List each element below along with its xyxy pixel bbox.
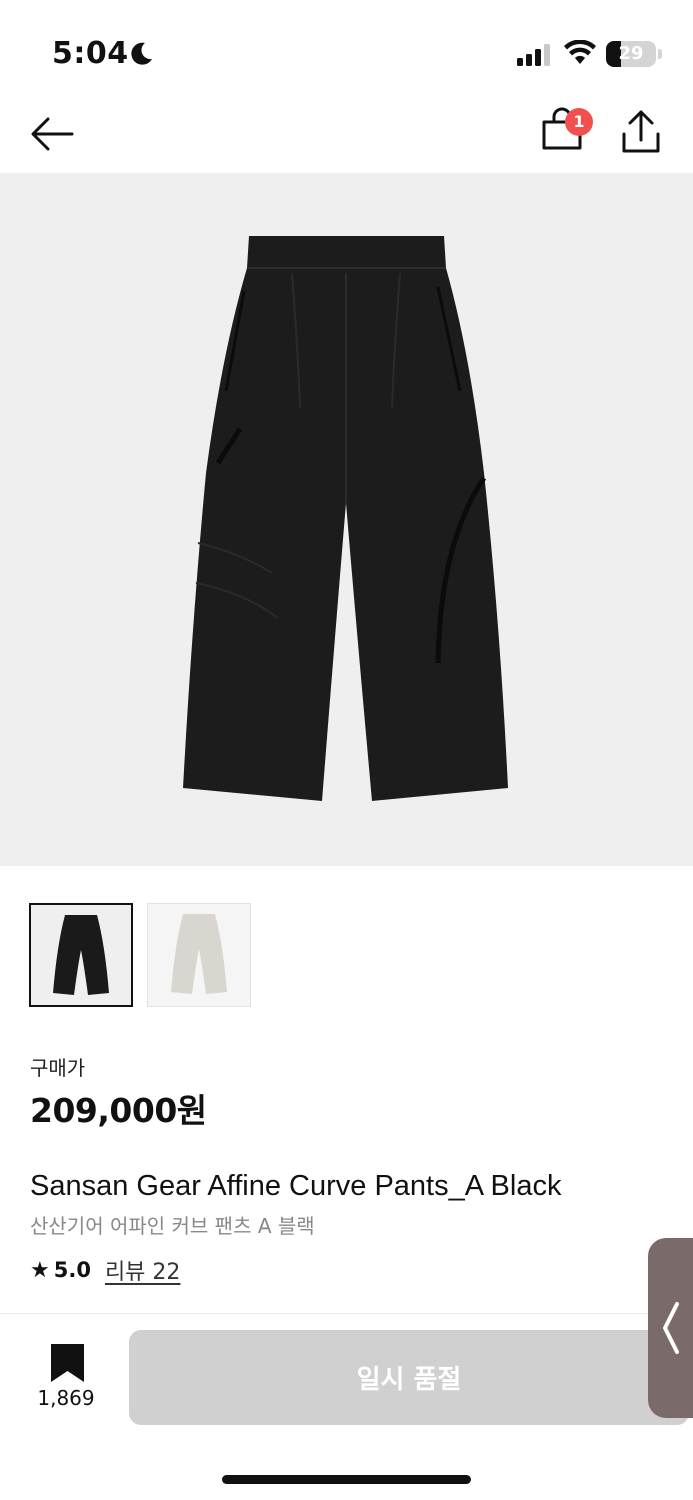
status-time: 5:04: [52, 36, 129, 71]
product-name-korean: 산산기어 어파인 커브 팬츠 A 블랙: [30, 1214, 315, 1238]
share-icon: [622, 110, 660, 153]
price: 209,000원: [30, 1091, 207, 1130]
status-bar: 5:04 29: [0, 0, 693, 100]
price-label: 구매가: [30, 1056, 86, 1080]
arrow-left-icon: [31, 117, 74, 151]
chevron-left-icon: [663, 1302, 679, 1354]
bookmark-count: 1,869: [37, 1386, 95, 1410]
home-indicator: [222, 1475, 471, 1484]
divider: [0, 1313, 693, 1314]
product-name: Sansan Gear Affine Curve Pants_A Black: [30, 1170, 562, 1202]
back-button[interactable]: [26, 108, 78, 160]
thumbnail-black[interactable]: [29, 903, 133, 1007]
product-image[interactable]: [0, 173, 693, 866]
star-icon: ★: [30, 1257, 50, 1283]
moon-icon: [131, 42, 152, 65]
battery-icon: 29: [606, 41, 656, 67]
thumbnail-beige[interactable]: [147, 903, 251, 1007]
cart-badge: 1: [565, 108, 593, 136]
rating-value: 5.0: [53, 1258, 91, 1282]
battery-level: 29: [618, 43, 644, 64]
reviews-link[interactable]: 리뷰 22: [105, 1254, 180, 1286]
pants-illustration: [183, 236, 508, 801]
thumbnail-beige-image: [171, 914, 227, 994]
signal-icon: [517, 44, 550, 66]
battery-nub: [658, 49, 662, 59]
sold-out-button[interactable]: 일시 품절: [129, 1330, 689, 1425]
wifi-icon: [564, 40, 596, 64]
share-button[interactable]: [614, 106, 668, 160]
rating-row: ★ 5.0 리뷰 22: [30, 1254, 180, 1286]
thumbnail-black-image: [53, 915, 109, 995]
bookmark-icon: [51, 1344, 84, 1382]
